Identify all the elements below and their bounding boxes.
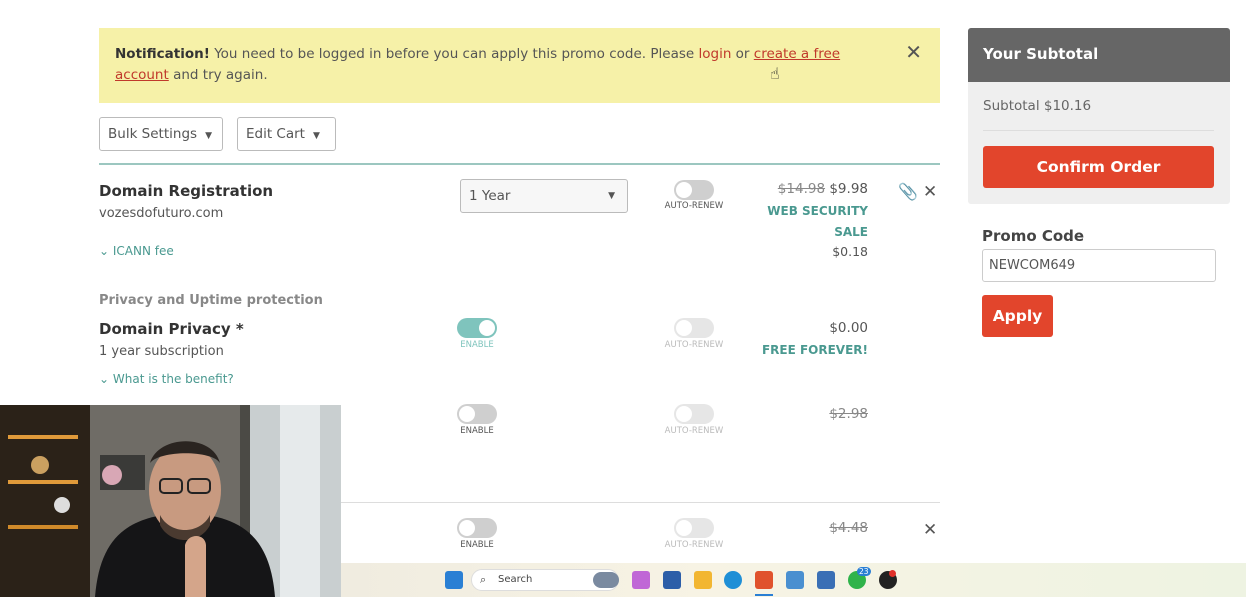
domain-auto-renew-label: AUTO-RENEW <box>664 201 724 211</box>
icann-fee-label: ICANN fee <box>112 244 174 258</box>
web-security-badge: WEB SECURITY <box>767 204 868 218</box>
notepad-icon[interactable] <box>817 571 835 589</box>
item3-enable-label: ENABLE <box>460 426 494 436</box>
domain-name: vozesdofuturo.com <box>99 206 224 221</box>
item4-enable-toggle[interactable] <box>457 518 497 538</box>
cart-divider <box>99 163 940 165</box>
term-select-value: 1 Year <box>469 188 511 204</box>
promo-code-input[interactable] <box>982 249 1216 282</box>
notification-bold: Notification! <box>115 46 210 62</box>
notification-text-1: You need to be logged in before you can … <box>209 46 699 62</box>
bulk-settings-dropdown[interactable]: Bulk Settings ▼ <box>99 117 223 151</box>
caret-down-icon: ▼ <box>608 191 615 201</box>
domain-new-price: $9.98 <box>829 181 868 197</box>
webcam-overlay <box>0 405 341 597</box>
windows-start-icon[interactable] <box>445 571 463 589</box>
item-separator <box>341 502 940 503</box>
domain-auto-renew-toggle[interactable] <box>674 180 714 200</box>
toggle-knob <box>676 406 692 422</box>
item3-auto-renew-label: AUTO-RENEW <box>664 426 724 436</box>
toggle-knob <box>479 320 495 336</box>
item3-auto-renew-toggle[interactable] <box>674 404 714 424</box>
app-icon[interactable] <box>786 571 804 589</box>
edit-cart-label: Edit Cart <box>246 126 305 142</box>
toggle-knob <box>676 182 692 198</box>
item4-enable-label: ENABLE <box>460 540 494 550</box>
chevron-down-icon: ⌄ <box>99 244 110 258</box>
benefit-label: What is the benefit? <box>112 372 234 386</box>
taskbar: ⌕ Search 23 <box>341 563 1246 597</box>
apply-button[interactable]: Apply <box>982 295 1053 337</box>
pointer-cursor-icon: ☝ <box>770 64 780 83</box>
toggle-knob <box>676 520 692 536</box>
item4-auto-renew-toggle[interactable] <box>674 518 714 538</box>
notification-text-2: or <box>731 46 754 62</box>
domain-registration-title: Domain Registration <box>99 182 274 200</box>
copilot-icon[interactable] <box>632 571 650 589</box>
notification-dot-icon <box>889 570 896 577</box>
privacy-auto-renew-label: AUTO-RENEW <box>664 340 724 350</box>
caret-down-icon: ▼ <box>312 131 320 141</box>
edge-icon[interactable] <box>724 571 742 589</box>
item4-old-price: $4.48 <box>829 520 868 536</box>
subtotal-divider <box>983 130 1214 131</box>
toggle-knob <box>459 406 475 422</box>
caret-down-icon: ▼ <box>205 131 212 141</box>
icann-fee-price: $0.18 <box>832 244 868 259</box>
item3-enable-toggle[interactable] <box>457 404 497 424</box>
notification-banner: Notification! You need to be logged in b… <box>99 28 940 103</box>
free-forever-badge: FREE FOREVER! <box>761 343 868 357</box>
widget-icon[interactable] <box>593 572 619 588</box>
toggle-knob <box>676 320 692 336</box>
search-icon: ⌕ <box>480 573 487 586</box>
item4-auto-renew-label: AUTO-RENEW <box>664 540 724 550</box>
privacy-enable-label: ENABLE <box>460 340 494 350</box>
privacy-price: $0.00 <box>829 320 868 336</box>
remove-item-icon[interactable]: ✕ <box>923 182 937 202</box>
whatsapp-badge: 23 <box>857 567 871 576</box>
brave-icon[interactable] <box>755 571 773 589</box>
bulk-settings-label: Bulk Settings <box>108 126 198 142</box>
taskbar-search-label: Search <box>498 574 533 585</box>
active-app-indicator <box>755 594 773 596</box>
icann-fee-toggle[interactable]: ⌄ ICANN fee <box>99 244 174 258</box>
remove-item-icon[interactable]: ✕ <box>923 520 937 540</box>
paperclip-icon[interactable]: 📎 <box>898 182 918 201</box>
domain-old-price: $14.98 <box>777 181 826 197</box>
term-select[interactable]: 1 Year ▼ <box>460 179 628 213</box>
domain-privacy-title: Domain Privacy * <box>99 320 244 338</box>
subtotal-header: Your Subtotal <box>968 28 1230 82</box>
store-icon[interactable] <box>663 571 681 589</box>
toggle-knob <box>459 520 475 536</box>
promo-code-label: Promo Code <box>982 227 1085 245</box>
chevron-down-icon: ⌄ <box>99 372 110 386</box>
domain-price: $14.98 $9.98 <box>778 181 868 197</box>
privacy-subtitle: 1 year subscription <box>99 344 224 359</box>
login-link[interactable]: login <box>698 46 731 62</box>
notification-text-3: and try again. <box>168 67 268 83</box>
file-explorer-icon[interactable] <box>694 571 712 589</box>
confirm-order-button[interactable]: Confirm Order <box>983 146 1214 188</box>
sale-badge: SALE <box>834 225 868 239</box>
subtotal-amount: Subtotal $10.16 <box>983 98 1092 114</box>
benefit-toggle[interactable]: ⌄ What is the benefit? <box>99 372 234 386</box>
item3-old-price: $2.98 <box>829 406 868 422</box>
privacy-section-title: Privacy and Uptime protection <box>99 293 323 308</box>
close-notification-icon[interactable]: ✕ <box>905 42 922 63</box>
privacy-enable-toggle[interactable] <box>457 318 497 338</box>
webcam-image <box>0 405 341 597</box>
edit-cart-dropdown[interactable]: Edit Cart ▼ <box>237 117 336 151</box>
privacy-auto-renew-toggle[interactable] <box>674 318 714 338</box>
